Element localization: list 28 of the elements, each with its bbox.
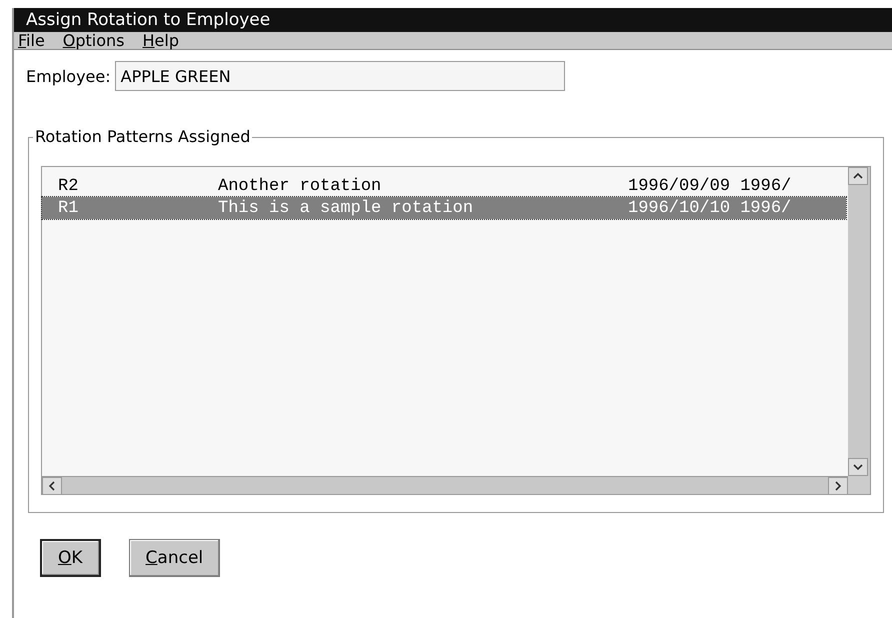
menu-item[interactable]: Help: [142, 31, 179, 50]
vertical-scrollbar[interactable]: [848, 167, 870, 476]
scroll-down-button[interactable]: [848, 458, 868, 476]
list-row[interactable]: R1 This is a sample rotation 1996/10/10 1996/: [42, 197, 846, 219]
chevron-right-icon: [833, 480, 843, 490]
code-cell-text: R1: [58, 198, 80, 218]
group-title: Rotation Patterns Assigned: [33, 127, 252, 146]
menu-item[interactable]: Options: [62, 31, 125, 50]
dates-cell-text: 1996/09/09 1996/: [628, 176, 792, 196]
ok-button[interactable]: OK: [40, 539, 101, 577]
menu-item[interactable]: File: [18, 31, 45, 50]
list-row[interactable]: R2 Another rotation 1996/09/09 1996/: [42, 175, 846, 197]
employee-field[interactable]: APPLE GREEN: [114, 61, 565, 91]
chevron-up-icon: [853, 171, 863, 181]
description-cell-text: This is a sample rotation: [218, 198, 474, 218]
scroll-left-button[interactable]: [42, 476, 62, 494]
code-cell-text: R2: [58, 176, 80, 196]
chevron-left-icon: [47, 480, 57, 490]
scroll-right-button[interactable]: [828, 476, 848, 494]
window-title: Assign Rotation to Employee: [14, 8, 892, 32]
employee-label: Employee:: [26, 66, 111, 86]
scroll-up-button[interactable]: [848, 167, 868, 185]
cancel-button[interactable]: Cancel: [128, 539, 220, 577]
dates-cell-text: 1996/10/10 1996/: [628, 198, 792, 218]
scrollbar-corner: [848, 476, 870, 494]
chevron-down-icon: [853, 462, 863, 472]
horizontal-scrollbar[interactable]: [42, 476, 848, 494]
description-cell-text: Another rotation: [218, 176, 382, 196]
